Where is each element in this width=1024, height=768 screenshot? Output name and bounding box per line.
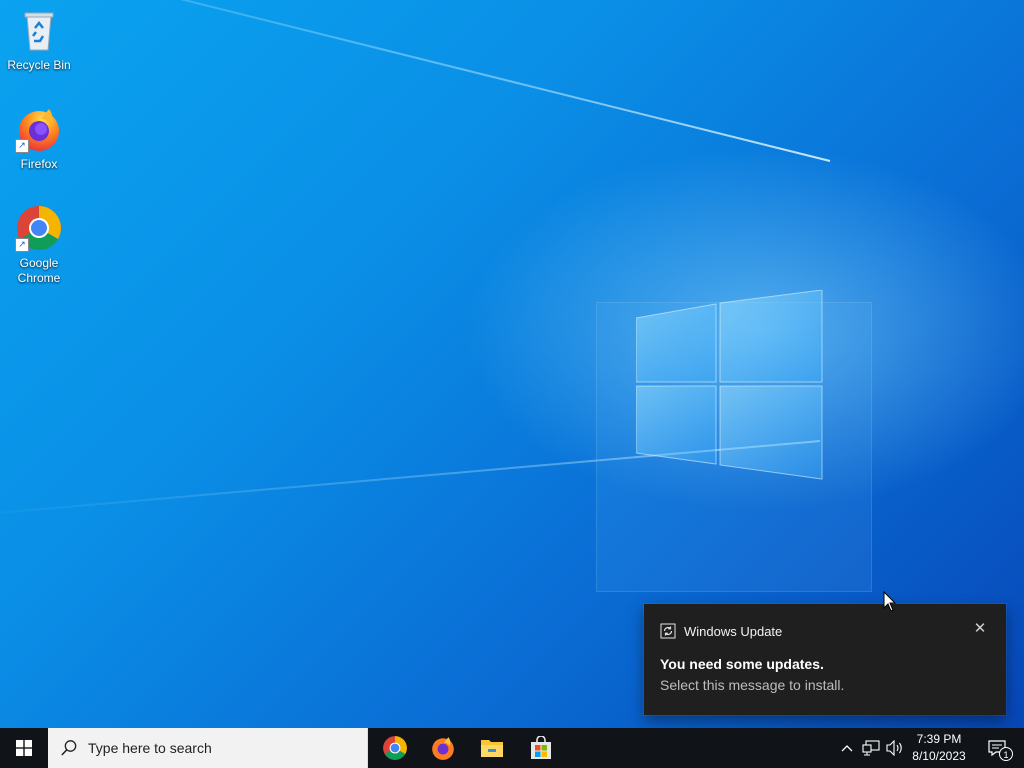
toast-app-name: Windows Update: [684, 623, 783, 639]
windows-logo-wallpaper: [636, 290, 823, 480]
store-icon: [531, 736, 551, 759]
refresh-icon: [660, 623, 676, 639]
search-box[interactable]: Type here to search: [48, 728, 368, 768]
toast-header: Windows Update: [660, 623, 782, 639]
volume-icon: [886, 740, 902, 756]
show-hidden-icons-button[interactable]: [838, 728, 856, 768]
clock-date: 8/10/2023: [912, 749, 966, 763]
network-button[interactable]: [860, 728, 882, 768]
recycle-bin-icon: [24, 12, 54, 51]
network-icon: [862, 740, 880, 756]
mouse-cursor-icon: [883, 591, 897, 612]
chrome-icon: ↗: [15, 204, 63, 252]
taskbar-app-firefox[interactable]: [419, 728, 467, 768]
windows-update-toast[interactable]: Windows Update ✕ You need some updates. …: [644, 604, 1006, 715]
desktop-icon-recycle-bin[interactable]: Recycle Bin: [4, 6, 74, 73]
windows-logo-icon: [16, 740, 32, 756]
taskbar-app-file-explorer[interactable]: [468, 728, 516, 768]
shortcut-arrow-icon: ↗: [15, 238, 29, 252]
search-placeholder: Type here to search: [88, 740, 212, 756]
taskbar-app-microsoft-store[interactable]: [517, 728, 565, 768]
start-button[interactable]: [0, 728, 48, 768]
search-icon: [61, 740, 77, 756]
notification-count-badge: 1: [999, 747, 1013, 761]
chevron-up-icon: [841, 745, 853, 752]
desktop-icon-label: Firefox: [20, 157, 58, 171]
taskbar-app-chrome[interactable]: [371, 728, 419, 768]
taskbar-clock[interactable]: 7:39 PM 8/10/2023: [906, 731, 972, 765]
toast-body: Select this message to install.: [660, 677, 845, 693]
desktop-icon-firefox[interactable]: ↗ Firefox: [4, 105, 74, 172]
close-icon[interactable]: ✕: [972, 621, 988, 637]
folder-icon: [481, 740, 503, 757]
clock-time: 7:39 PM: [916, 732, 962, 746]
taskbar: Type here to search 7:39 PM 8/10/2023 1: [0, 728, 1024, 768]
firefox-icon: [432, 737, 454, 760]
toast-title: You need some updates.: [660, 656, 824, 672]
shortcut-arrow-icon: ↗: [15, 139, 29, 153]
light-beam: [0, 0, 831, 162]
volume-button[interactable]: [884, 728, 906, 768]
desktop-icon-label: Google Chrome: [17, 256, 61, 285]
desktop-icon-label: Recycle Bin: [7, 58, 71, 72]
desktop-icon-chrome[interactable]: ↗ Google Chrome: [4, 204, 74, 286]
action-center-button[interactable]: 1: [976, 728, 1018, 768]
chrome-icon: [383, 736, 407, 760]
firefox-icon: ↗: [15, 105, 63, 153]
desktop[interactable]: Recycle Bin ↗ Firefox ↗ Google Chrome Wi…: [0, 0, 1024, 728]
